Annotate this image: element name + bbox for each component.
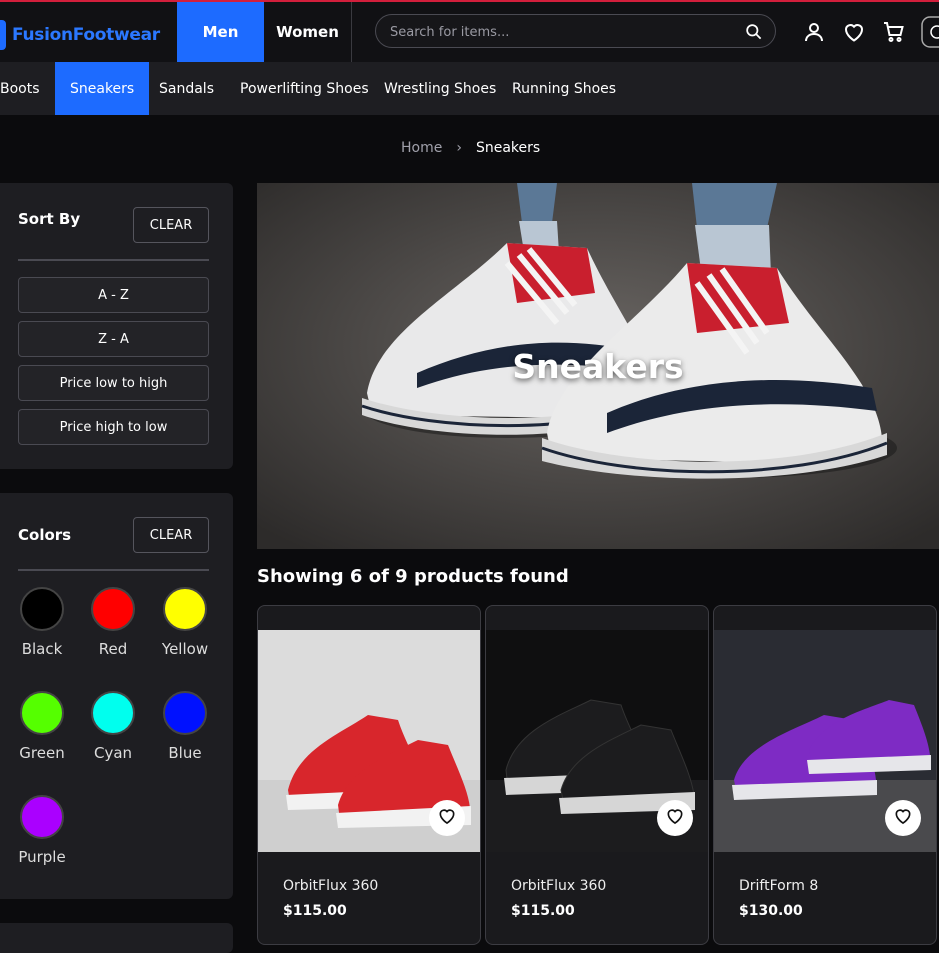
cart-icon[interactable] — [882, 20, 906, 44]
breadcrumb-current: Sneakers — [475, 140, 541, 156]
category-boots[interactable]: Boots — [0, 62, 55, 115]
product-name[interactable]: DriftForm 8 — [739, 878, 818, 894]
product-card[interactable]: OrbitFlux 360 $115.00 — [257, 605, 481, 945]
color-dot — [91, 691, 135, 735]
color-swatch-yellow[interactable]: Yellow — [154, 587, 216, 658]
category-sneakers[interactable]: Sneakers — [55, 62, 150, 115]
color-label: Green — [19, 744, 65, 762]
sort-clear-button[interactable]: CLEAR — [133, 207, 209, 243]
breadcrumb: Home › Sneakers — [401, 140, 540, 156]
color-label: Black — [21, 640, 63, 658]
favorite-button[interactable] — [657, 800, 693, 836]
top-navigation-bar: FusionFootwear Men Women — [0, 2, 939, 62]
heart-icon — [893, 806, 913, 830]
product-name[interactable]: OrbitFlux 360 — [511, 878, 606, 894]
product-price: $130.00 — [739, 903, 803, 919]
tab-women[interactable]: Women — [264, 2, 352, 62]
brand-name: FusionFootwear — [12, 25, 160, 45]
breadcrumb-home[interactable]: Home — [401, 140, 442, 156]
colors-title: Colors — [18, 526, 72, 544]
color-dot — [20, 587, 64, 631]
search-icon[interactable] — [744, 22, 763, 45]
sort-option-price-low-high[interactable]: Price low to high — [18, 365, 209, 401]
color-swatch-black[interactable]: Black — [11, 587, 73, 658]
divider — [18, 569, 209, 571]
colors-panel: Colors CLEAR Black Red Yellow Green Cyan… — [0, 493, 233, 899]
heart-icon — [665, 806, 685, 830]
heart-icon[interactable] — [842, 20, 866, 44]
sort-option-price-high-low[interactable]: Price high to low — [18, 409, 209, 445]
filter-panel — [0, 923, 233, 953]
color-swatch-purple[interactable]: Purple — [11, 795, 73, 866]
product-card[interactable]: OrbitFlux 360 $115.00 — [485, 605, 709, 945]
color-label: Blue — [168, 744, 202, 762]
tab-men[interactable]: Men — [177, 2, 264, 62]
colors-clear-button[interactable]: CLEAR — [133, 517, 209, 553]
search-input[interactable] — [388, 21, 732, 43]
favorite-button[interactable] — [429, 800, 465, 836]
divider — [18, 259, 209, 261]
category-powerlifting-shoes[interactable]: Powerlifting Shoes — [225, 62, 384, 115]
search-bar — [375, 14, 776, 48]
color-swatch-green[interactable]: Green — [11, 691, 73, 762]
color-label: Cyan — [93, 744, 133, 762]
sort-title: Sort By — [18, 210, 81, 228]
color-swatch-blue[interactable]: Blue — [154, 691, 216, 762]
brand-logo[interactable]: FusionFootwear — [0, 20, 160, 50]
favorite-button[interactable] — [885, 800, 921, 836]
product-card[interactable]: DriftForm 8 $130.00 — [713, 605, 937, 945]
color-label: Purple — [18, 848, 66, 866]
hero-title: Sneakers — [512, 347, 684, 386]
product-name[interactable]: OrbitFlux 360 — [283, 878, 378, 894]
category-running-shoes[interactable]: Running Shoes — [497, 62, 631, 115]
color-dot — [163, 691, 207, 735]
sort-panel: Sort By CLEAR A - Z Z - A Price low to h… — [0, 183, 233, 469]
sort-option-a-z[interactable]: A - Z — [18, 277, 209, 313]
category-sandals[interactable]: Sandals — [144, 62, 229, 115]
color-swatch-red[interactable]: Red — [82, 587, 144, 658]
color-dot — [20, 795, 64, 839]
color-swatch-cyan[interactable]: Cyan — [82, 691, 144, 762]
sort-option-z-a[interactable]: Z - A — [18, 321, 209, 357]
results-count: Showing 6 of 9 products found — [257, 566, 569, 587]
currency-icon[interactable] — [921, 16, 939, 48]
color-label: Yellow — [161, 640, 209, 658]
color-dot — [163, 587, 207, 631]
logo-mark — [0, 20, 6, 50]
product-price: $115.00 — [511, 903, 575, 919]
user-icon[interactable] — [802, 20, 826, 44]
hero-banner: Sneakers — [257, 183, 939, 549]
color-label: Red — [98, 640, 128, 658]
color-dot — [20, 691, 64, 735]
category-wrestling-shoes[interactable]: Wrestling Shoes — [369, 62, 511, 115]
product-price: $115.00 — [283, 903, 347, 919]
heart-icon — [437, 806, 457, 830]
chevron-right-icon: › — [456, 140, 462, 156]
color-dot — [91, 587, 135, 631]
category-nav: Boots Sneakers Sandals Powerlifting Shoe… — [0, 62, 939, 115]
